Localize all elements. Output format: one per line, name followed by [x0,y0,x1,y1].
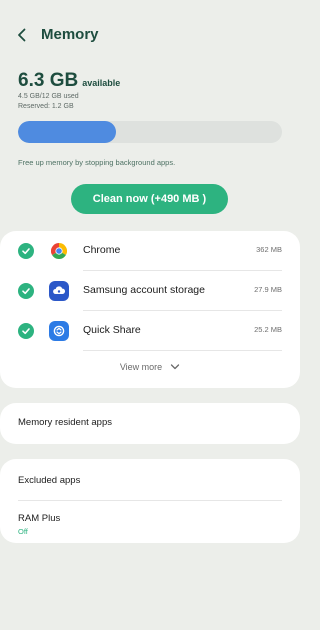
list-item[interactable]: Samsung account storage 27.9 MB [0,271,300,311]
app-name: Samsung account storage [83,284,205,296]
view-more-label: View more [119,362,163,372]
checkbox-checked-icon[interactable] [18,283,34,299]
chevron-left-icon [18,28,26,42]
checkbox-checked-icon[interactable] [18,243,34,259]
used-text: 4.5 GB/12 GB used [18,93,79,100]
app-size: 25.2 MB [254,325,282,334]
app-size: 27.9 MB [254,285,282,294]
divider [83,350,282,351]
ram-plus-status: Off [18,527,28,536]
available-row: 6.3 GB available [18,70,282,92]
background-apps-card: Chrome 362 MB Samsung account storage 27… [0,231,300,388]
available-label: available [82,78,121,88]
list-item[interactable]: Chrome 362 MB [0,231,300,271]
view-more-button[interactable]: View more [0,355,300,379]
checkbox-checked-icon[interactable] [18,323,34,339]
list-item[interactable]: Quick Share 25.2 MB [0,311,300,351]
chrome-icon [49,241,69,261]
memory-progress-bar [18,121,282,143]
chevron-down-icon [171,364,180,370]
hint-text: Free up memory by stopping background ap… [18,158,176,167]
available-value: 6.3 GB [18,70,79,91]
memory-resident-apps-label: Memory resident apps [18,417,112,428]
settings-card: Excluded apps RAM Plus Off [0,459,300,543]
excluded-apps-item[interactable]: Excluded apps [18,475,80,486]
memory-summary: 6.3 GB available 4.5 GB/12 GB used Reser… [18,70,282,112]
ram-plus-item[interactable]: RAM Plus [18,513,60,524]
app-name: Quick Share [83,324,141,336]
header: Memory [0,0,300,70]
page-title: Memory [41,26,99,43]
back-button[interactable] [11,24,33,46]
app-name: Chrome [83,244,121,256]
divider [18,500,282,501]
memory-progress-fill [18,121,116,143]
memory-resident-apps-item[interactable]: Memory resident apps [0,403,300,444]
reserved-text: Reserved: 1.2 GB [18,103,74,110]
app-size: 362 MB [256,245,282,254]
samsung-cloud-icon [49,281,69,301]
quick-share-icon [49,321,69,341]
clean-now-button[interactable]: Clean now (+490 MB ) [71,184,228,214]
